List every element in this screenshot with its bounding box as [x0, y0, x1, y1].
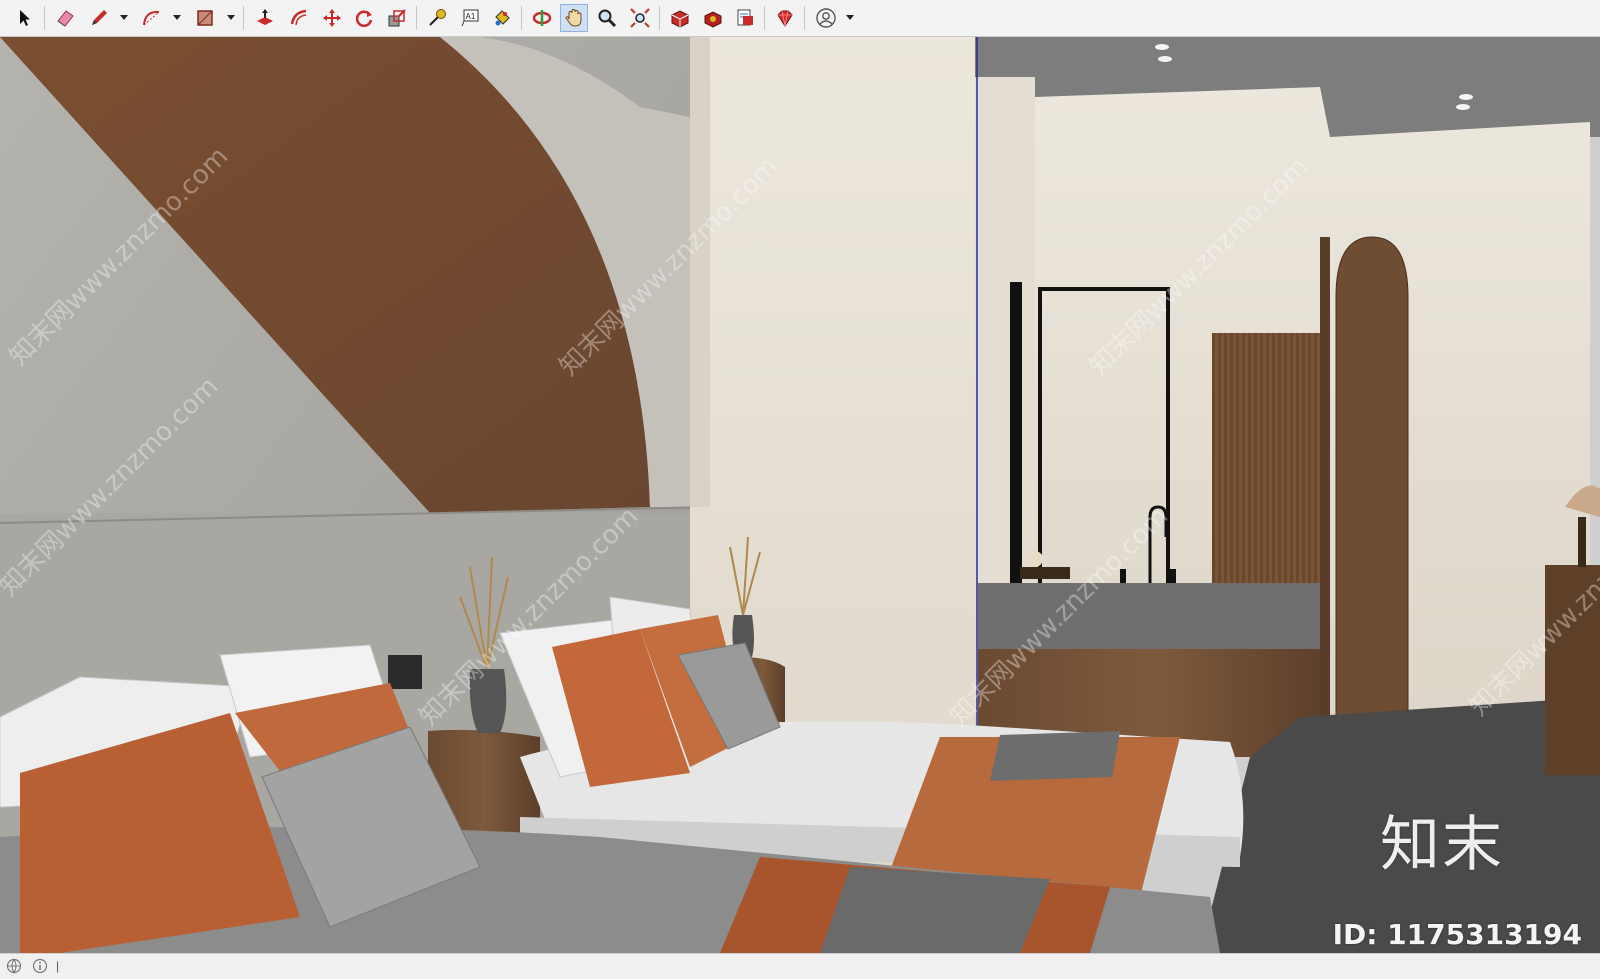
toolbar-separator: [804, 6, 805, 30]
push-pull-tool[interactable]: [251, 4, 279, 32]
eraser-icon: [57, 10, 74, 27]
arched-door: [1335, 236, 1409, 728]
user-icon: [816, 8, 836, 28]
chevron-down-icon[interactable]: [226, 12, 236, 22]
svg-text:A1: A1: [466, 12, 476, 21]
layout-icon: [737, 9, 753, 26]
orbit-tool[interactable]: [528, 4, 556, 32]
offset-tool[interactable]: [285, 4, 313, 32]
move-icon: [323, 9, 341, 27]
toolbar-separator: [521, 6, 522, 30]
hand-icon: [565, 8, 582, 27]
status-separator: |: [56, 959, 60, 973]
toolbar-separator: [659, 6, 660, 30]
paint-bucket-icon: [495, 10, 510, 26]
tape-measure-icon: [429, 9, 446, 26]
pan-tool[interactable]: [560, 4, 588, 32]
arc-tool[interactable]: [138, 4, 166, 32]
main-toolbar: A1: [0, 0, 1600, 37]
watermark-id: ID: 1175313194: [1332, 918, 1582, 951]
watermark-logo: 知末: [1380, 810, 1504, 880]
offset-icon: [290, 9, 307, 26]
push-pull-icon: [257, 9, 273, 25]
send-to-layout-tool[interactable]: [731, 4, 759, 32]
text-tool[interactable]: A1: [456, 4, 484, 32]
account-button[interactable]: [812, 4, 840, 32]
toolbar-separator: [416, 6, 417, 30]
status-bar: |: [0, 953, 1600, 979]
move-tool[interactable]: [318, 4, 346, 32]
pencil-icon: [92, 10, 107, 25]
scale-tool[interactable]: [383, 4, 411, 32]
model-viewport[interactable]: 知末网www.znzmo.com 知末网www.znzmo.com 知末网www…: [0, 37, 1600, 953]
ruby-icon: [777, 10, 793, 27]
scene-render: 知末网www.znzmo.com 知末网www.znzmo.com 知末网www…: [0, 37, 1600, 953]
rotate-tool[interactable]: [350, 4, 378, 32]
chevron-down-icon[interactable]: [845, 12, 855, 22]
zoom-tool[interactable]: [593, 4, 621, 32]
orbit-icon: [532, 10, 552, 26]
rectangle-tool[interactable]: [191, 4, 219, 32]
pencil-tool[interactable]: [85, 4, 113, 32]
toolbar-separator: [243, 6, 244, 30]
zoom-extents-icon: [630, 8, 650, 28]
magnifier-icon: [598, 9, 617, 28]
arc-icon: [143, 10, 160, 26]
toolbar-separator: [44, 6, 45, 30]
info-icon[interactable]: [32, 958, 48, 974]
warehouse-icon: [671, 10, 689, 28]
warehouse-tool[interactable]: [666, 4, 694, 32]
extension-warehouse-tool[interactable]: [699, 4, 727, 32]
tape-measure-tool[interactable]: [423, 4, 451, 32]
light-switch: [388, 655, 422, 689]
zoom-extents-tool[interactable]: [626, 4, 654, 32]
toolbar-separator: [764, 6, 765, 30]
slat-partition: [1212, 333, 1320, 583]
chevron-down-icon[interactable]: [119, 12, 129, 22]
text-icon: A1: [461, 9, 479, 27]
chevron-down-icon[interactable]: [172, 12, 182, 22]
rectangle-icon: [197, 10, 213, 26]
arrow-cursor-icon: [20, 10, 30, 26]
scale-icon: [388, 9, 406, 27]
extension-manager-tool[interactable]: [771, 4, 799, 32]
extension-warehouse-icon: [704, 11, 722, 28]
paint-bucket-tool[interactable]: [488, 4, 516, 32]
globe-icon[interactable]: [6, 958, 22, 974]
select-tool[interactable]: [10, 4, 38, 32]
eraser-tool[interactable]: [51, 4, 79, 32]
rotate-icon: [355, 10, 373, 27]
